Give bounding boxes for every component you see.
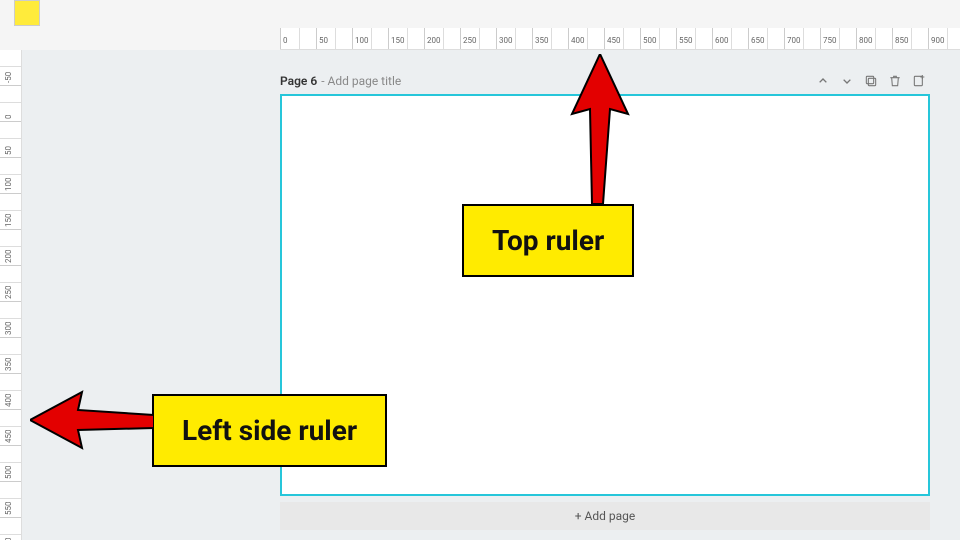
annotation-left-text: Left side ruler — [182, 414, 357, 447]
arrow-up-icon — [570, 54, 630, 204]
annotation-top-ruler: Top ruler — [462, 204, 634, 277]
ruler-top-tick: 550 — [676, 28, 712, 49]
ruler-left-tick: 0 — [0, 86, 21, 122]
ruler-top-tick: 250 — [460, 28, 496, 49]
ruler-top-tick: 700 — [784, 28, 820, 49]
page-title[interactable]: Page 6 — [280, 74, 317, 88]
ruler-left-tick: 450 — [0, 410, 21, 446]
ruler-top-tick: 200 — [424, 28, 460, 49]
delete-button[interactable] — [884, 70, 906, 92]
arrow-top — [570, 54, 630, 204]
copy-icon — [863, 73, 879, 89]
arrow-left — [30, 388, 154, 452]
chevron-up-icon — [815, 73, 831, 89]
ruler-top-tick: 450 — [604, 28, 640, 49]
ruler-left-tick: -50 — [0, 50, 21, 86]
add-button[interactable] — [908, 70, 930, 92]
ruler-left-tick: 150 — [0, 194, 21, 230]
ruler-left-tick: 50 — [0, 122, 21, 158]
ruler-top[interactable]: 0501001502002503003504004505005506006507… — [280, 28, 960, 50]
duplicate-button[interactable] — [860, 70, 882, 92]
ruler-left-tick: 250 — [0, 266, 21, 302]
ruler-top-tick: 650 — [748, 28, 784, 49]
add-page-icon — [911, 73, 927, 89]
ruler-top-tick: 850 — [892, 28, 928, 49]
ruler-top-tick: 750 — [820, 28, 856, 49]
arrow-left-icon — [30, 388, 154, 452]
trash-icon — [887, 73, 903, 89]
ruler-left-tick: 400 — [0, 374, 21, 410]
ruler-top-tick: 50 — [316, 28, 352, 49]
chevron-down-icon — [839, 73, 855, 89]
ruler-top-tick: 300 — [496, 28, 532, 49]
add-page-button[interactable]: + Add page — [280, 502, 930, 530]
ruler-top-tick: 0 — [280, 28, 316, 49]
ruler-top-tick: 400 — [568, 28, 604, 49]
move-up-button[interactable] — [812, 70, 834, 92]
ruler-left-tick: 600 — [0, 518, 21, 540]
ruler-top-tick: 800 — [856, 28, 892, 49]
ruler-top-tick: 150 — [388, 28, 424, 49]
annotation-left-ruler: Left side ruler — [152, 394, 387, 467]
ruler-top-tick: 600 — [712, 28, 748, 49]
move-down-button[interactable] — [836, 70, 858, 92]
page-title-hint[interactable]: - Add page title — [321, 74, 401, 88]
ruler-left[interactable]: -500501001502002503003504004505005506006… — [0, 50, 22, 540]
ruler-left-tick: 200 — [0, 230, 21, 266]
ruler-top-tick: 900 — [928, 28, 960, 49]
ruler-top-tick: 100 — [352, 28, 388, 49]
ruler-left-tick: 350 — [0, 338, 21, 374]
ruler-left-tick: 300 — [0, 302, 21, 338]
annotation-top-text: Top ruler — [492, 224, 604, 257]
ruler-left-tick: 500 — [0, 446, 21, 482]
ruler-left-tick: 550 — [0, 482, 21, 518]
color-swatch[interactable] — [14, 0, 40, 26]
ruler-top-tick: 500 — [640, 28, 676, 49]
ruler-left-tick: 100 — [0, 158, 21, 194]
ruler-top-tick: 350 — [532, 28, 568, 49]
add-page-label: + Add page — [575, 509, 636, 523]
